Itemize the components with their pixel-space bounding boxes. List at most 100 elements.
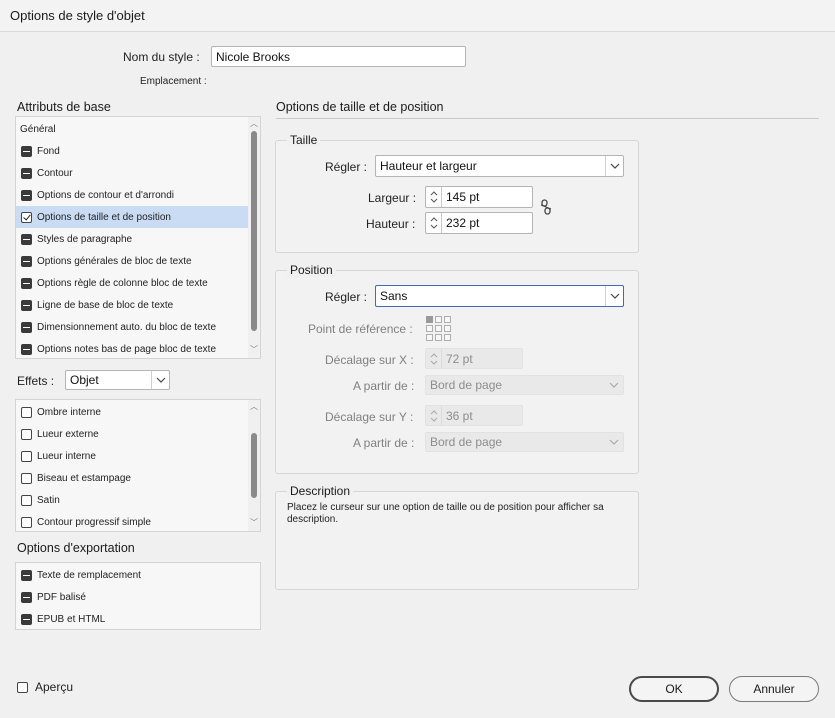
- export-item[interactable]: PDF balisé: [16, 586, 260, 608]
- list-item-label: Général: [20, 123, 56, 135]
- export-options-list: Texte de remplacement PDF balisé EPUB et…: [15, 562, 261, 630]
- export-item-label: EPUB et HTML: [37, 613, 106, 625]
- export-item-label: PDF balisé: [37, 591, 86, 603]
- list-item-label: Ligne de base de bloc de texte: [37, 299, 174, 311]
- checkbox-checked-icon[interactable]: [21, 211, 32, 223]
- checkbox-icon[interactable]: [21, 472, 32, 484]
- mixed-checkbox-icon[interactable]: [21, 591, 32, 603]
- position-group-title: Position: [287, 263, 336, 277]
- mixed-checkbox-icon[interactable]: [21, 299, 32, 311]
- offset-x-value: 72 pt: [446, 351, 473, 366]
- list-item-text-frame-general[interactable]: Options générales de bloc de texte: [16, 250, 260, 272]
- offset-y-label: Décalage sur Y :: [325, 410, 414, 424]
- effect-item[interactable]: Biseau et estampage: [16, 467, 260, 489]
- mixed-checkbox-icon[interactable]: [21, 233, 32, 245]
- list-item-fill[interactable]: Fond: [16, 140, 260, 162]
- list-item-footnotes[interactable]: Options notes bas de page bloc de texte: [16, 338, 260, 358]
- list-item-label: Dimensionnement auto. du bloc de texte: [37, 321, 216, 333]
- stepper-arrows-icon[interactable]: [426, 349, 442, 368]
- mixed-checkbox-icon[interactable]: [21, 255, 32, 267]
- title-bar: Options de style d'objet: [0, 0, 835, 32]
- list-item-general[interactable]: Général: [16, 118, 260, 140]
- mixed-checkbox-icon[interactable]: [21, 321, 32, 333]
- width-stepper[interactable]: 145 pt: [425, 186, 533, 208]
- list-item-stroke[interactable]: Contour: [16, 162, 260, 184]
- mixed-checkbox-icon[interactable]: [21, 613, 32, 625]
- export-item[interactable]: EPUB et HTML: [16, 608, 260, 629]
- from-y-value: Bord de page: [430, 435, 503, 449]
- preview-label: Aperçu: [35, 680, 74, 694]
- mixed-checkbox-icon[interactable]: [21, 569, 32, 581]
- size-adjust-value: Hauteur et largeur: [380, 159, 477, 173]
- mixed-checkbox-icon[interactable]: [21, 277, 32, 289]
- from-y-label: A partir de :: [353, 436, 415, 450]
- position-adjust-label: Régler :: [325, 290, 368, 304]
- cancel-button[interactable]: Annuler: [729, 676, 819, 702]
- effect-item[interactable]: Contour progressif simple: [16, 511, 260, 531]
- checkbox-icon[interactable]: [17, 681, 28, 693]
- scroll-up-icon[interactable]: ︿: [250, 120, 258, 128]
- effects-dropdown[interactable]: Objet: [65, 370, 170, 390]
- basic-attributes-scrollbar[interactable]: ︿ ﹀: [248, 117, 260, 358]
- scroll-up-icon[interactable]: ︿: [250, 403, 258, 411]
- list-item-label: Options de taille et de position: [37, 211, 171, 223]
- from-x-dropdown[interactable]: Bord de page: [425, 375, 624, 395]
- export-options-title: Options d'exportation: [17, 541, 135, 555]
- scroll-down-icon[interactable]: ﹀: [250, 346, 258, 354]
- mixed-checkbox-icon[interactable]: [21, 343, 32, 355]
- size-adjust-label: Régler :: [325, 160, 368, 174]
- effect-item[interactable]: Lueur interne: [16, 445, 260, 467]
- effect-item-label: Contour progressif simple: [37, 516, 151, 528]
- height-value: 232 pt: [446, 216, 480, 230]
- from-y-dropdown[interactable]: Bord de page: [425, 432, 624, 452]
- scroll-thumb[interactable]: [251, 131, 257, 331]
- checkbox-icon[interactable]: [21, 516, 32, 528]
- mixed-checkbox-icon[interactable]: [21, 167, 32, 179]
- stepper-arrows-icon[interactable]: [426, 187, 442, 207]
- offset-x-label: Décalage sur X :: [325, 353, 414, 367]
- ok-button[interactable]: OK: [629, 676, 719, 702]
- checkbox-icon[interactable]: [21, 494, 32, 506]
- stepper-arrows-icon[interactable]: [426, 213, 442, 233]
- list-item-baseline[interactable]: Ligne de base de bloc de texte: [16, 294, 260, 316]
- broken-chain-link-icon[interactable]: [539, 199, 553, 218]
- style-name-input[interactable]: [211, 46, 466, 67]
- basic-attributes-list: Général Fond Contour Options de contour …: [15, 116, 261, 359]
- checkbox-icon[interactable]: [21, 450, 32, 462]
- list-item-size-position[interactable]: Options de taille et de position: [16, 206, 248, 228]
- scroll-down-icon[interactable]: ﹀: [250, 519, 258, 527]
- list-item-label: Contour: [37, 167, 73, 179]
- offset-x-stepper[interactable]: 72 pt: [425, 348, 523, 369]
- export-item-label: Texte de remplacement: [37, 569, 141, 581]
- export-item[interactable]: Texte de remplacement: [16, 564, 260, 586]
- reference-point-grid-icon[interactable]: [426, 316, 451, 341]
- list-item-label: Fond: [37, 145, 60, 157]
- effect-item[interactable]: Satin: [16, 489, 260, 511]
- chevron-down-icon: [605, 376, 623, 394]
- effect-item[interactable]: Ombre interne: [16, 401, 260, 423]
- scroll-thumb[interactable]: [251, 433, 257, 498]
- list-item-column-rule[interactable]: Options règle de colonne bloc de texte: [16, 272, 260, 294]
- height-stepper[interactable]: 232 pt: [425, 212, 533, 234]
- size-adjust-dropdown[interactable]: Hauteur et largeur: [375, 155, 624, 177]
- effect-item[interactable]: Lueur externe: [16, 423, 260, 445]
- effects-list: Ombre interne Lueur externe Lueur intern…: [15, 399, 261, 532]
- checkbox-icon[interactable]: [21, 428, 32, 440]
- preview-checkbox[interactable]: Aperçu: [17, 680, 73, 694]
- effects-scrollbar[interactable]: ︿ ﹀: [248, 400, 260, 531]
- position-adjust-dropdown[interactable]: Sans: [375, 285, 624, 307]
- location-label: Emplacement :: [140, 76, 207, 87]
- mixed-checkbox-icon[interactable]: [21, 145, 32, 157]
- chevron-down-icon: [605, 156, 623, 176]
- list-item-auto-size[interactable]: Dimensionnement auto. du bloc de texte: [16, 316, 260, 338]
- panel-title-divider: [276, 118, 819, 119]
- list-item-paragraph-styles[interactable]: Styles de paragraphe: [16, 228, 260, 250]
- checkbox-icon[interactable]: [21, 406, 32, 418]
- style-name-label: Nom du style :: [123, 50, 200, 64]
- mixed-checkbox-icon[interactable]: [21, 189, 32, 201]
- list-item-stroke-corner[interactable]: Options de contour et d'arrondi: [16, 184, 260, 206]
- stepper-arrows-icon[interactable]: [426, 406, 442, 425]
- basic-attributes-title: Attributs de base: [17, 100, 111, 114]
- list-item-label: Options de contour et d'arrondi: [37, 189, 174, 201]
- offset-y-stepper[interactable]: 36 pt: [425, 405, 523, 426]
